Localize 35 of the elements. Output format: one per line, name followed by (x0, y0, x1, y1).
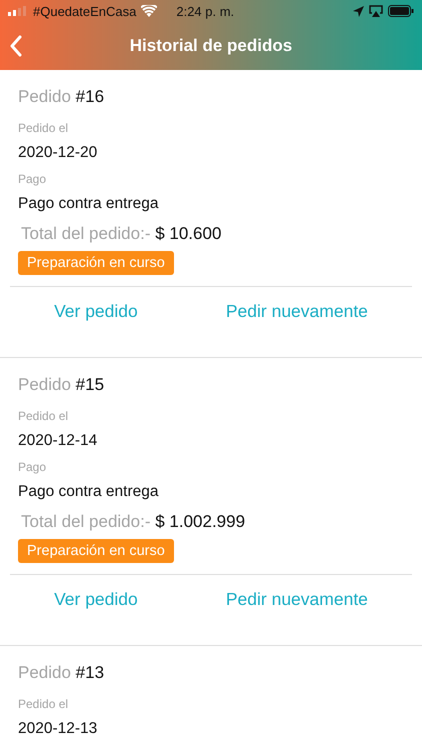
order-action-link[interactable]: Pedir nuevamente (226, 301, 368, 322)
payment-label: Pago (18, 172, 48, 188)
battery-icon (388, 5, 414, 17)
date-label: Pedido el (18, 409, 70, 425)
back-icon[interactable] (10, 35, 22, 57)
date-label: Pedido el (18, 121, 70, 137)
date-label: Pedido el (18, 697, 70, 713)
wifi-icon (141, 5, 158, 17)
order-action-link[interactable]: Ver pedido (54, 589, 138, 610)
order-date: 2020-12-20 (18, 144, 98, 163)
order-date: 2020-12-13 (18, 720, 98, 739)
signal-icon (8, 6, 28, 16)
total-label: Total del pedido:- (21, 224, 150, 243)
carrier-text: #QuedateEnCasa (33, 4, 136, 18)
order-number: #13 (76, 663, 104, 682)
total-label: Total del pedido:- (21, 512, 150, 531)
order-action-link[interactable]: Ver pedido (54, 301, 138, 322)
order-label: Pedido (18, 375, 71, 394)
total-amount: $ 10.600 (155, 224, 222, 243)
order-label: Pedido (18, 663, 71, 682)
payment-method: Pago contra entrega (18, 483, 160, 502)
order-number: #16 (76, 87, 104, 106)
payment-label: Pago (18, 460, 48, 476)
order-number: #15 (76, 375, 104, 394)
order-action-link[interactable]: Pedir nuevamente (226, 589, 368, 610)
clock-text: 2:24 p. m. (176, 4, 234, 18)
location-arrow-icon (353, 6, 364, 16)
status-badge: Preparación en curso (18, 251, 174, 275)
status-badge: Preparación en curso (18, 539, 174, 563)
total-amount: $ 1.002.999 (155, 512, 246, 531)
screen-cast-icon (369, 5, 383, 17)
order-date: 2020-12-14 (18, 432, 98, 451)
page-title: Historial de pedidos (130, 36, 292, 56)
order-label: Pedido (18, 87, 71, 106)
payment-method: Pago contra entrega (18, 195, 160, 214)
